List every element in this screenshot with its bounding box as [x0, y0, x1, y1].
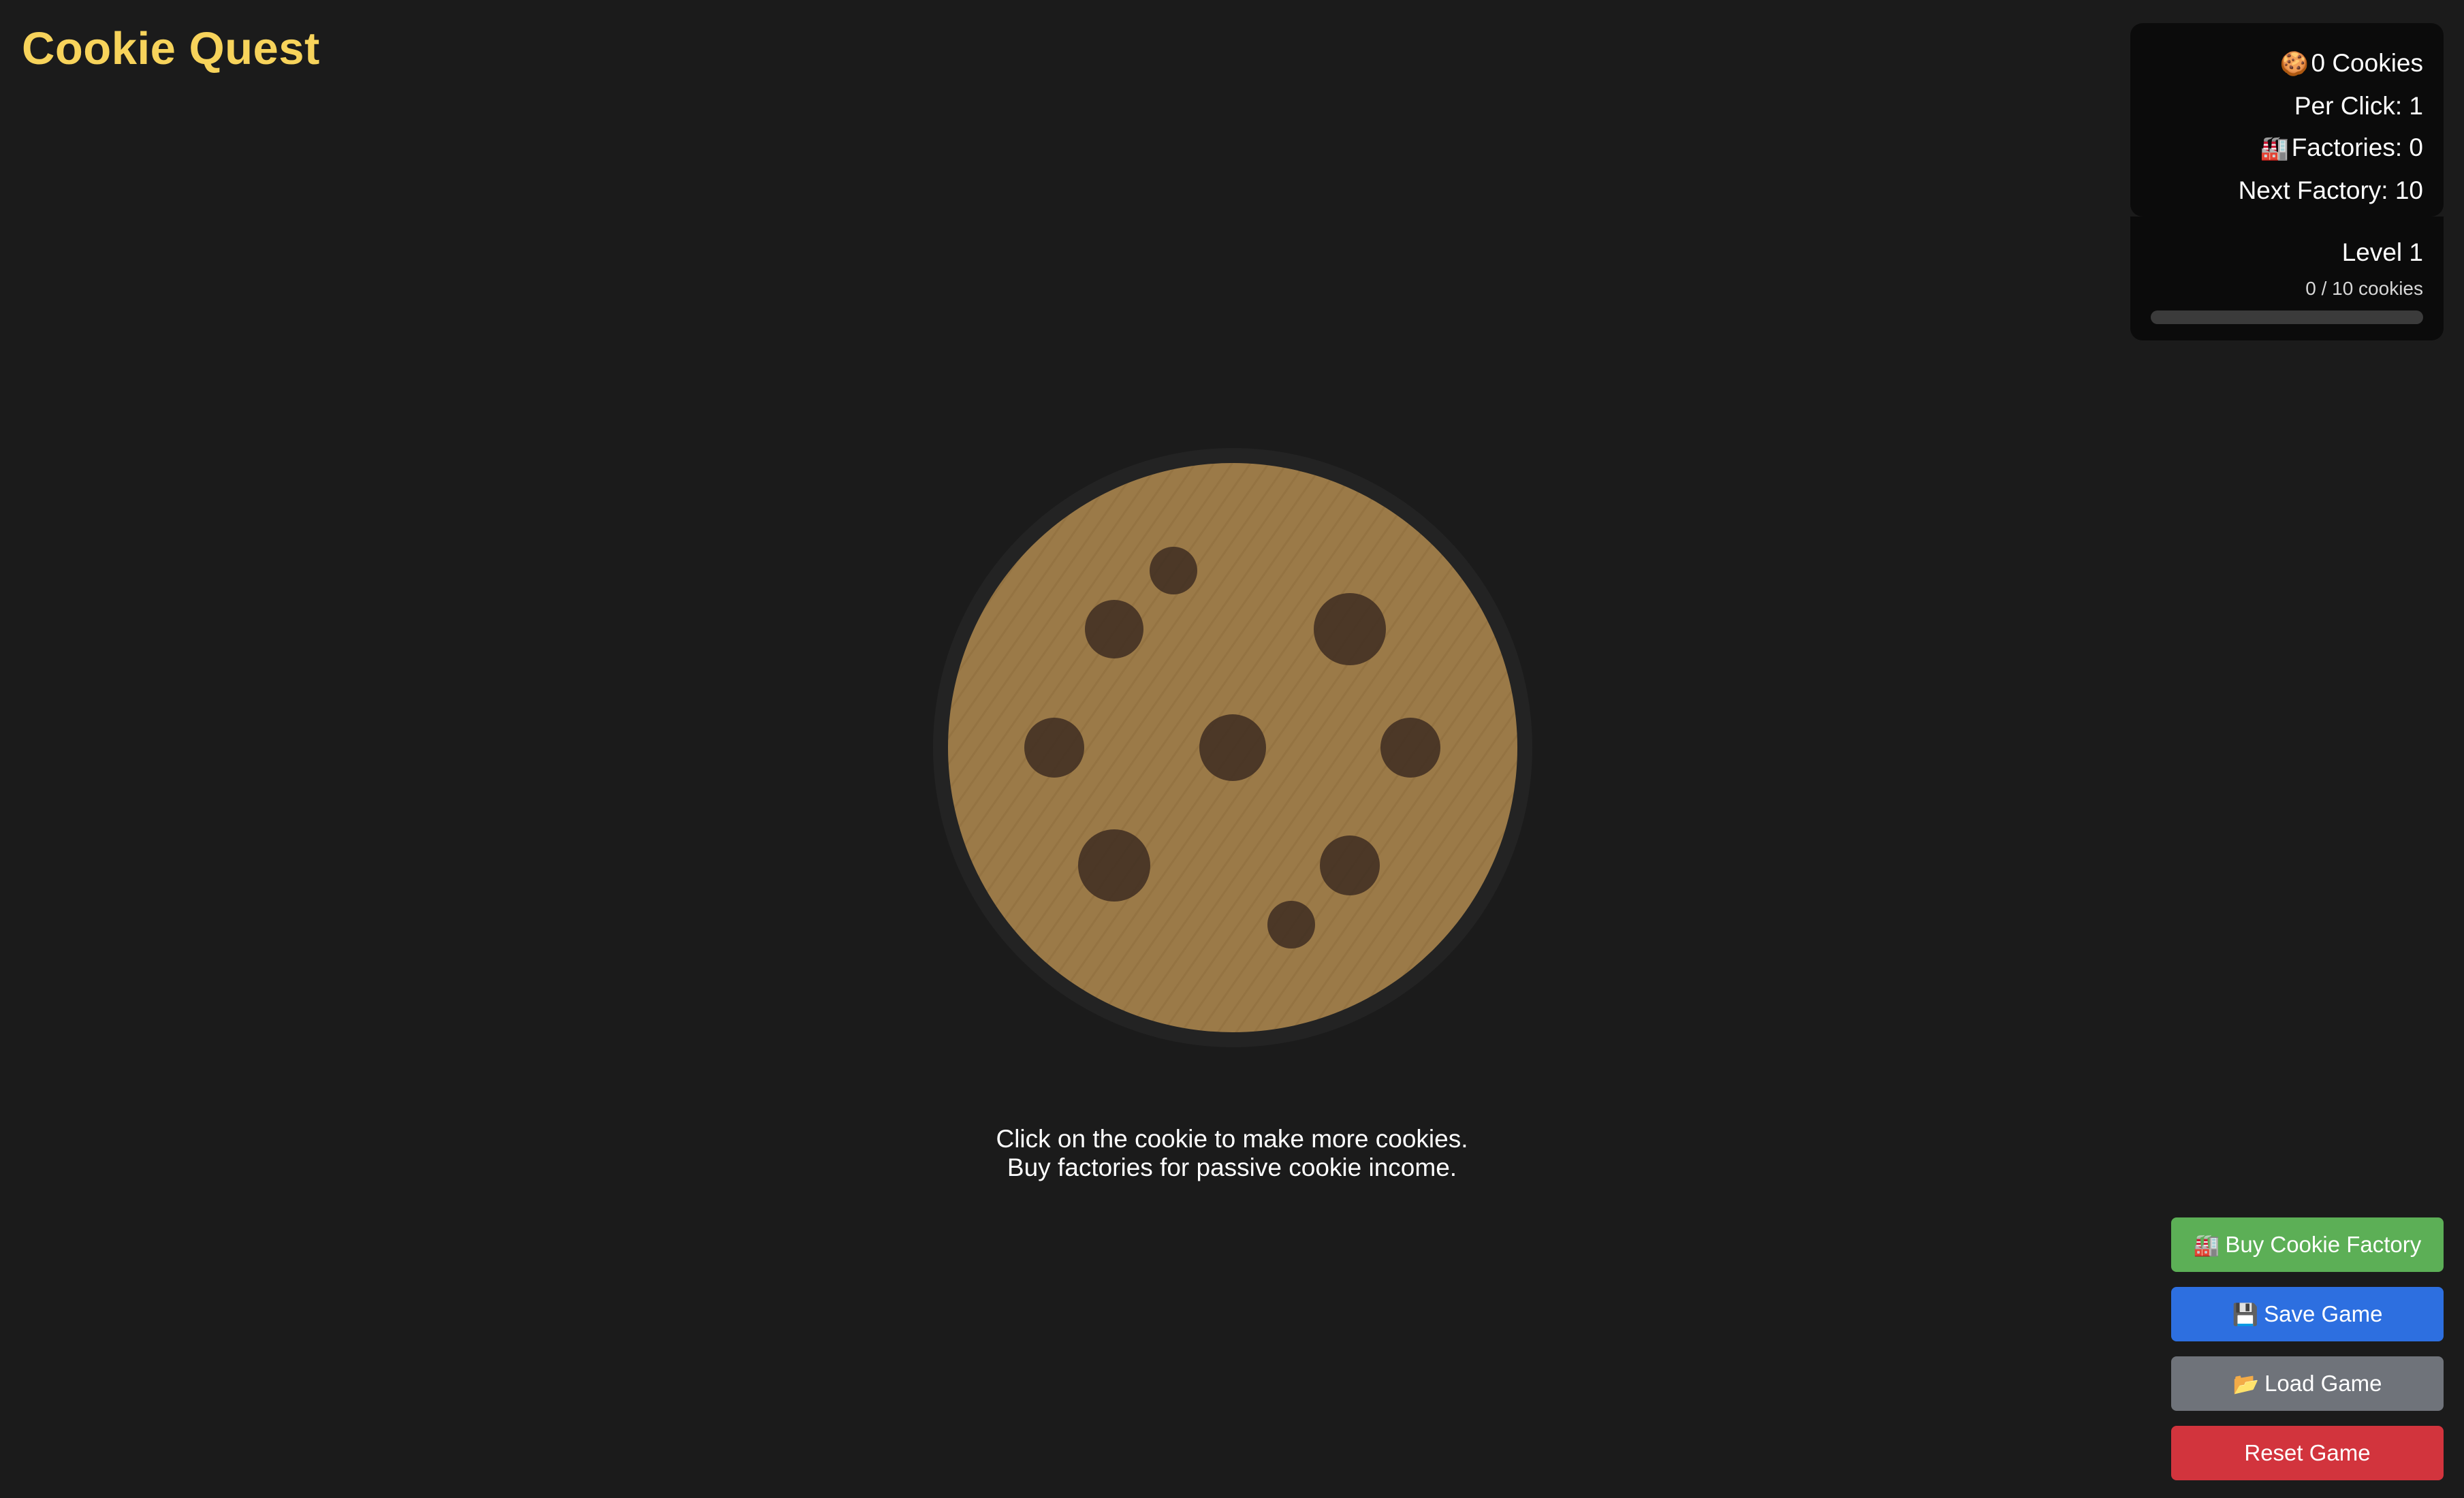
save-game-button[interactable]: 💾 Save Game: [2171, 1287, 2444, 1341]
factory-icon: 🏭: [2193, 1233, 2220, 1257]
reset-game-button[interactable]: Reset Game: [2171, 1426, 2444, 1480]
buy-factory-label: Buy Cookie Factory: [2225, 1232, 2422, 1257]
level-label: Level 1: [2341, 238, 2423, 266]
level-progress-bar: [2151, 310, 2423, 324]
chocolate-chip: [1314, 593, 1386, 665]
stats-panel: 🍪0 Cookies Per Click: 1 🏭Factories: 0 Ne…: [2130, 23, 2444, 217]
action-buttons: 🏭 Buy Cookie Factory 💾 Save Game 📂 Load Gam…: [2171, 1217, 2444, 1495]
chocolate-chip: [1199, 714, 1266, 781]
cookie-graphic: [933, 448, 1532, 1047]
factory-count: 🏭Factories: 0: [2151, 127, 2423, 170]
cookie-count-label: 0 Cookies: [2311, 49, 2423, 77]
chocolate-chip: [1150, 547, 1197, 594]
load-game-button[interactable]: 📂 Load Game: [2171, 1356, 2444, 1411]
folder-icon: 📂: [2232, 1372, 2260, 1396]
chocolate-chip: [1078, 829, 1150, 902]
cookie-count: 🍪0 Cookies: [2151, 42, 2423, 85]
instructions: Click on the cookie to make more cookies…: [823, 1125, 1641, 1182]
game-screen: Cookie Quest 🍪0 Cookies Per Click: 1 🏭Fa…: [0, 0, 2464, 1498]
load-game-label: Load Game: [2264, 1371, 2382, 1396]
instruction-line-1: Click on the cookie to make more cookies…: [996, 1125, 1468, 1153]
chocolate-chip: [1085, 600, 1143, 658]
floppy-disk-icon: 💾: [2232, 1303, 2259, 1326]
next-factory-cost: Next Factory: 10: [2238, 176, 2423, 204]
game-title: Cookie Quest: [22, 23, 320, 74]
level-progress-text: 0 / 10 cookies: [2305, 278, 2423, 299]
factory-icon: 🏭: [2260, 136, 2290, 161]
per-click-stat: Per Click: 1: [2294, 92, 2423, 120]
cookie-icon: 🍪: [2279, 51, 2309, 77]
chocolate-chip: [1320, 835, 1380, 895]
buy-factory-button[interactable]: 🏭 Buy Cookie Factory: [2171, 1217, 2444, 1272]
cookie-button[interactable]: [932, 447, 1534, 1049]
chocolate-chip: [1024, 718, 1084, 778]
instruction-line-2: Buy factories for passive cookie income.: [1007, 1153, 1457, 1181]
factory-count-label: Factories: 0: [2291, 133, 2423, 161]
save-game-label: Save Game: [2264, 1301, 2383, 1326]
level-panel: Level 1 0 / 10 cookies: [2130, 217, 2444, 340]
chocolate-chip: [1380, 718, 1440, 778]
reset-game-label: Reset Game: [2244, 1440, 2371, 1465]
chocolate-chip: [1267, 901, 1315, 949]
